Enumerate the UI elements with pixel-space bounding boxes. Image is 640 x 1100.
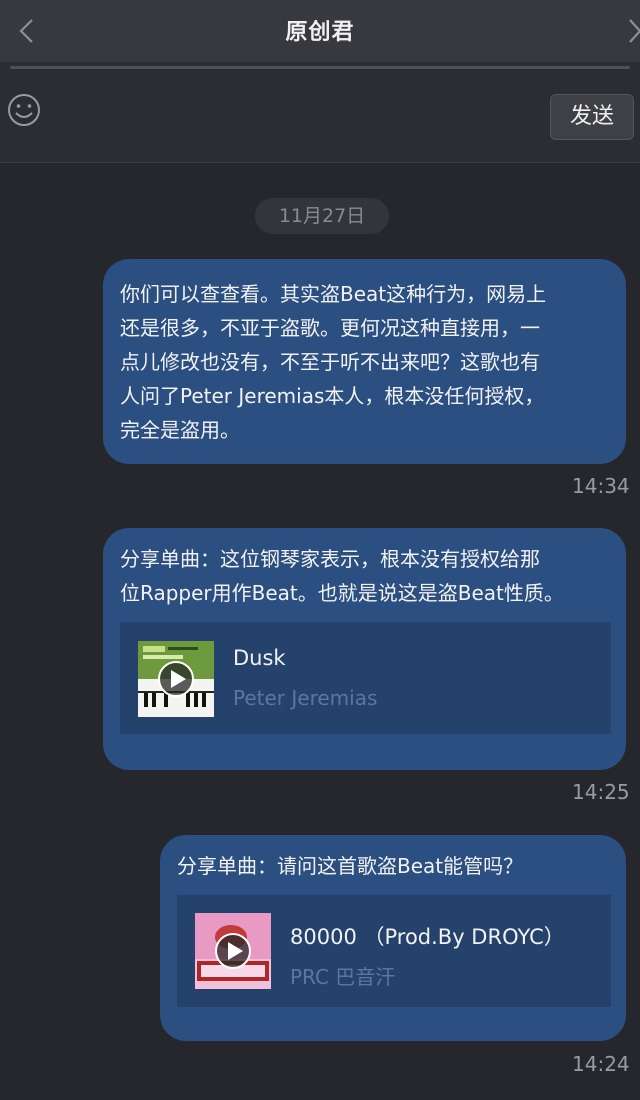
album-cover[interactable] — [138, 641, 214, 717]
page-title: 原创君 — [285, 20, 355, 45]
chevron-right-icon[interactable] — [626, 16, 640, 46]
date-divider: 11月27日 — [255, 198, 389, 234]
message-bubble[interactable]: 你们可以查查看。其实盗Beat这种行为，网易上 还是很多，不亚于盗歌。更何况这种… — [103, 259, 626, 464]
send-button[interactable]: 发送 — [550, 94, 634, 140]
song-artist: PRC 巴音汗 — [290, 965, 396, 989]
input-bar: 发送 — [0, 62, 640, 163]
smiley-icon[interactable] — [6, 92, 42, 128]
message-timestamp: 14:25 — [572, 780, 630, 804]
song-title: 80000 （Prod.By DROYC） — [290, 925, 565, 949]
message-line: 还是很多，不亚于盗歌。更何况这种直接用，一 — [120, 316, 540, 340]
shared-song-card[interactable]: 80000 （Prod.By DROYC） PRC 巴音汗 — [177, 895, 611, 1007]
message-bubble[interactable]: 分享单曲：这位钢琴家表示，根本没有授权给那 位Rapper用作Beat。也就是说… — [103, 528, 626, 770]
message-timestamp: 14:34 — [572, 474, 630, 498]
top-bar: 原创君 — [0, 0, 640, 62]
message-line: 人问了Peter Jeremias本人，根本没任何授权， — [120, 384, 545, 408]
message-timestamp: 14:24 — [572, 1052, 630, 1076]
message-line: 完全是盗用。 — [120, 418, 240, 442]
message-line: 分享单曲：这位钢琴家表示，根本没有授权给那 — [120, 547, 540, 571]
message-line: 分享单曲：请问这首歌盗Beat能管吗？ — [177, 854, 524, 878]
message-bubble[interactable]: 分享单曲：请问这首歌盗Beat能管吗？ 80000 （Prod.By DROYC… — [160, 835, 626, 1041]
message-line: 位Rapper用作Beat。也就是说这是盗Beat性质。 — [120, 581, 564, 605]
message-input[interactable] — [10, 66, 630, 69]
message-text: 你们可以查查看。其实盗Beat这种行为，网易上 还是很多，不亚于盗歌。更何况这种… — [120, 277, 610, 447]
shared-song-card[interactable]: Dusk Peter Jeremias — [120, 622, 611, 734]
message-text: 分享单曲：这位钢琴家表示，根本没有授权给那 位Rapper用作Beat。也就是说… — [120, 542, 616, 610]
message-line: 你们可以查查看。其实盗Beat这种行为，网易上 — [120, 282, 547, 306]
song-artist: Peter Jeremias — [233, 686, 378, 710]
song-title: Dusk — [233, 646, 286, 670]
message-text: 分享单曲：请问这首歌盗Beat能管吗？ — [177, 849, 616, 883]
album-cover[interactable] — [195, 913, 271, 989]
message-line: 点儿修改也没有，不至于听不出来吧？这歌也有 — [120, 350, 540, 374]
